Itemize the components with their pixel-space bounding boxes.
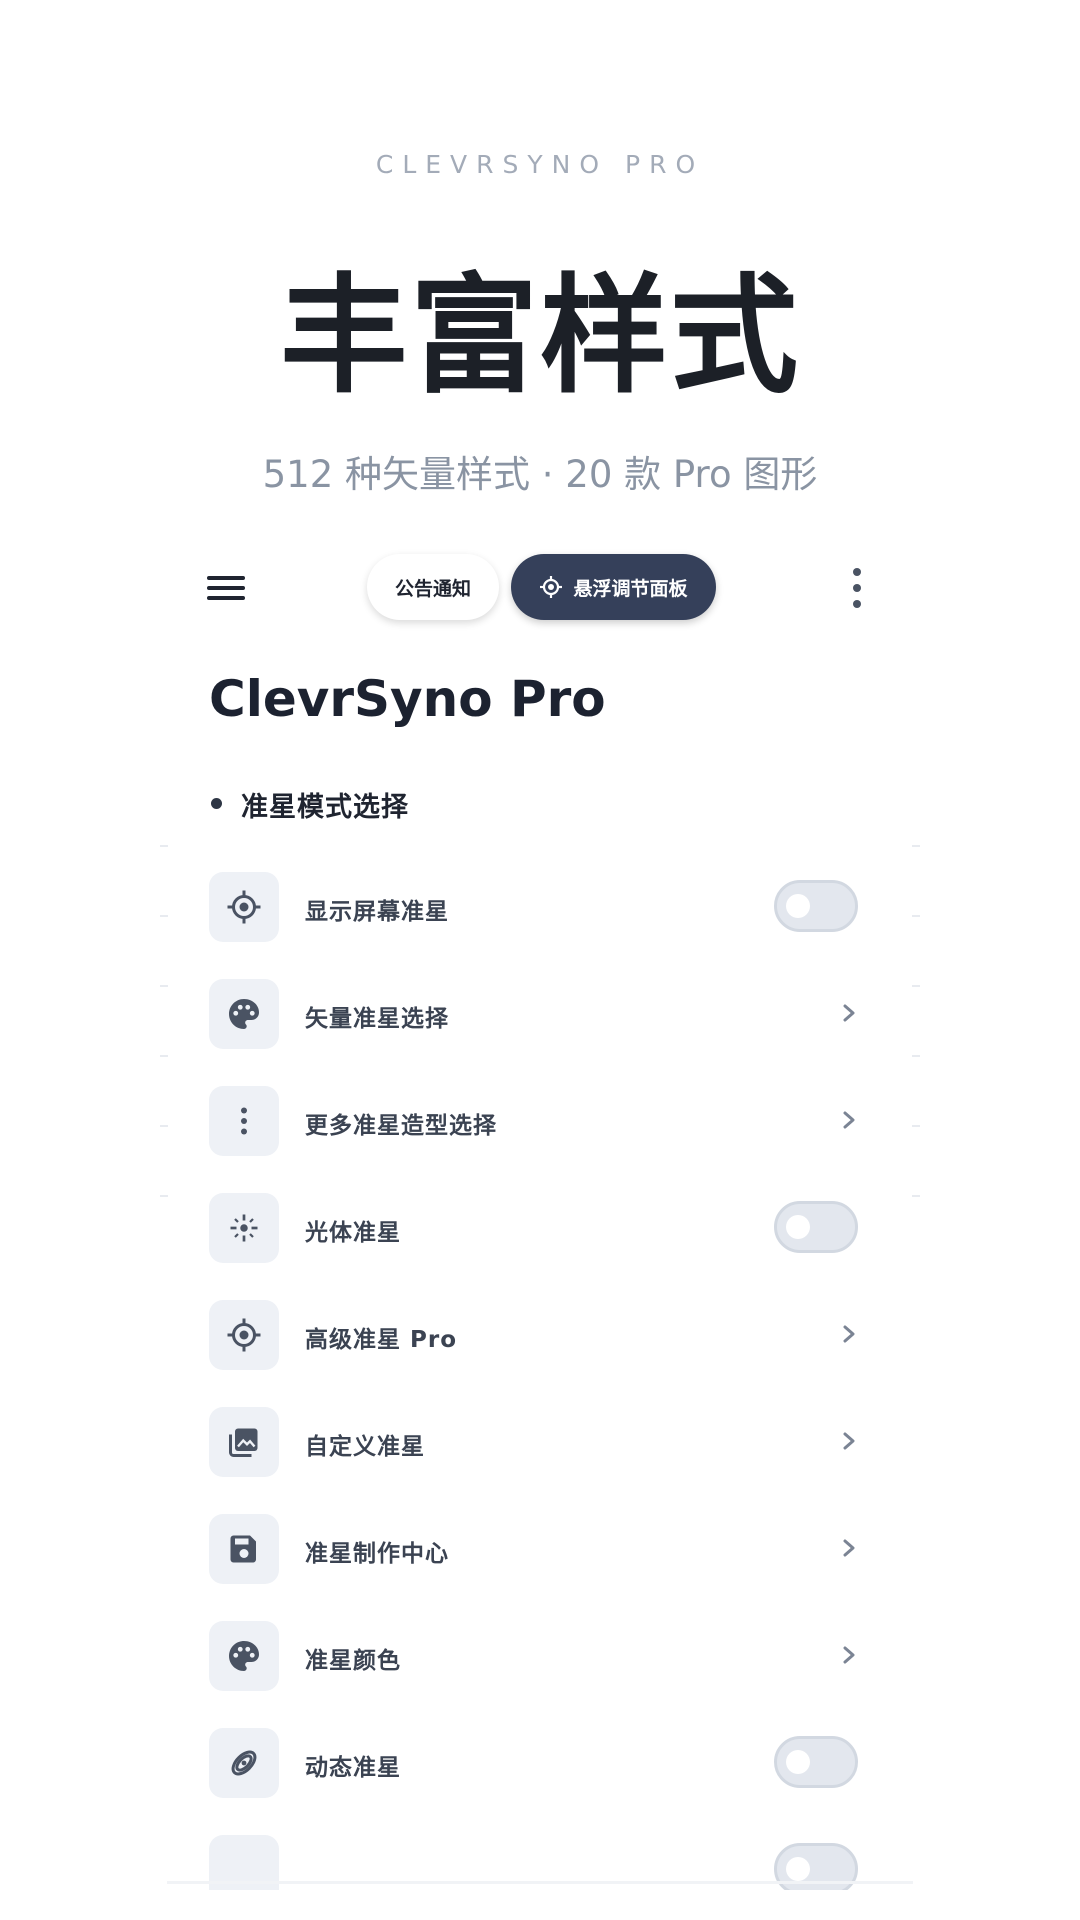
- setting-label: 准星颜色: [305, 1648, 401, 1674]
- setting-row-custom-crosshair[interactable]: 自定义准星: [167, 1393, 913, 1500]
- setting-label: 更多准星造型选择: [305, 1113, 497, 1139]
- divider-mark: [912, 845, 920, 847]
- bottom-divider: [167, 1881, 913, 1884]
- setting-label: 高级准星 Pro: [305, 1327, 458, 1353]
- setting-label: 准星制作中心: [305, 1541, 449, 1567]
- more-vertical-icon: [241, 1107, 247, 1135]
- app-title: ClevrSyno Pro: [209, 670, 606, 728]
- section-bullet: [211, 798, 222, 809]
- chevron-right-icon: [843, 1539, 855, 1557]
- setting-label: 矢量准星选择: [305, 1006, 449, 1032]
- menu-icon[interactable]: [207, 572, 247, 604]
- brand-wordmark: CLEVRSYNO PRO: [375, 150, 705, 179]
- setting-row-crosshair-studio[interactable]: 准星制作中心: [167, 1500, 913, 1607]
- palette-icon: [229, 1641, 259, 1671]
- float-panel-button-label: 悬浮调节面板: [573, 577, 688, 600]
- toggle-switch[interactable]: [774, 880, 858, 932]
- chevron-right-icon: [843, 1004, 855, 1022]
- setting-row-more-shapes[interactable]: 更多准星造型选择: [167, 1072, 913, 1179]
- divider-mark: [912, 915, 920, 917]
- setting-row-vector-crosshair[interactable]: 矢量准星选择: [167, 965, 913, 1072]
- setting-row-glow-crosshair[interactable]: 光体准星: [167, 1179, 913, 1286]
- chevron-right-icon: [843, 1111, 855, 1129]
- divider-mark: [160, 1125, 168, 1127]
- toggle-switch[interactable]: [774, 1201, 858, 1253]
- setting-row-show-crosshair[interactable]: 显示屏幕准星: [167, 858, 913, 965]
- section-title: 准星模式选择: [241, 792, 409, 823]
- divider-mark: [160, 1055, 168, 1057]
- divider-mark: [912, 1195, 920, 1197]
- notice-button-label: 公告通知: [394, 577, 471, 600]
- setting-row-crosshair-color[interactable]: 准星颜色: [167, 1607, 913, 1714]
- toggle-switch[interactable]: [774, 1736, 858, 1788]
- divider-mark: [160, 1195, 168, 1197]
- notice-button[interactable]: 公告通知: [367, 554, 499, 620]
- setting-label: 显示屏幕准星: [305, 899, 449, 925]
- dynamic-icon: [231, 1750, 257, 1776]
- hero-subtitle: 512 种矢量样式 · 20 款 Pro 图形: [262, 453, 818, 496]
- setting-label: 动态准星: [305, 1755, 401, 1781]
- chevron-right-icon: [843, 1646, 855, 1664]
- crosshair-icon: [227, 1318, 261, 1352]
- more-vertical-icon[interactable]: [847, 566, 867, 610]
- setting-label: 自定义准星: [305, 1434, 425, 1460]
- divider-mark: [912, 985, 920, 987]
- palette-icon: [229, 999, 259, 1029]
- setting-label: 光体准星: [305, 1220, 401, 1246]
- divider-mark: [912, 1125, 920, 1127]
- divider-mark: [912, 1055, 920, 1057]
- float-panel-button[interactable]: 悬浮调节面板: [511, 554, 716, 620]
- phone-screen: 公告通知 悬浮调节面板 ClevrSyno Pro 准星模式选择 显示屏幕准星 …: [167, 530, 913, 1890]
- divider-mark: [160, 915, 168, 917]
- chevron-right-icon: [843, 1325, 855, 1343]
- divider-mark: [160, 985, 168, 987]
- setting-row-advanced-pro[interactable]: 高级准星 Pro: [167, 1286, 913, 1393]
- crosshair-icon: [540, 576, 563, 598]
- glow-icon: [230, 1214, 258, 1242]
- hero-title: 丰富样式: [279, 262, 800, 411]
- setting-row-clipped: [167, 1821, 913, 1890]
- divider-mark: [160, 845, 168, 847]
- image-icon: [229, 1428, 258, 1457]
- chevron-right-icon: [843, 1432, 855, 1450]
- crosshair-icon: [227, 890, 261, 924]
- setting-row-dynamic-crosshair[interactable]: 动态准星: [167, 1714, 913, 1821]
- save-icon: [230, 1535, 256, 1563]
